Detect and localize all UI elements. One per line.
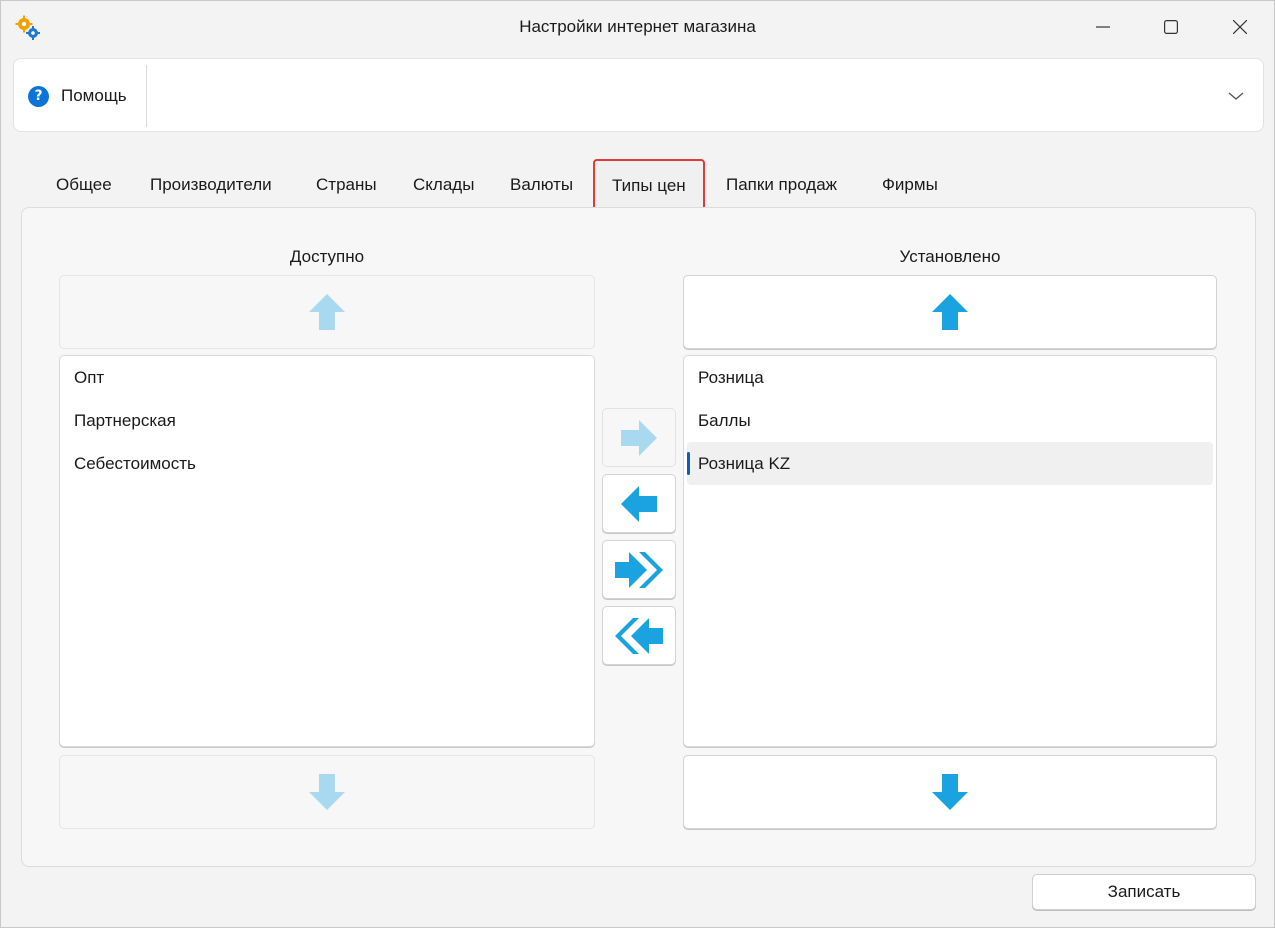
installed-move-up-button[interactable] <box>683 275 1217 349</box>
list-item[interactable]: Себестоимость <box>63 442 591 485</box>
available-title: Доступно <box>289 247 365 266</box>
available-move-down-button[interactable] <box>59 755 595 829</box>
installed-list[interactable]: Розница Баллы Розница KZ <box>683 355 1217 747</box>
help-bar: ? Помощь <box>13 58 1264 132</box>
remove-all-button[interactable] <box>602 606 676 665</box>
close-button[interactable] <box>1220 9 1260 45</box>
tab-currencies[interactable]: Валюты <box>493 161 590 209</box>
tab-general[interactable]: Общее <box>39 161 129 209</box>
list-item[interactable]: Опт <box>63 356 591 399</box>
add-selected-button[interactable] <box>602 408 676 467</box>
help-separator <box>146 65 147 127</box>
arrow-down-icon <box>932 774 968 810</box>
minimize-icon <box>1096 26 1110 28</box>
maximize-icon <box>1164 20 1178 34</box>
double-arrow-left-icon <box>615 617 663 654</box>
settings-window: Настройки интернет магазина ? Помощь Общ… <box>0 0 1275 928</box>
remove-selected-button[interactable] <box>602 474 676 533</box>
help-button[interactable]: ? Помощь <box>28 81 127 111</box>
arrow-up-icon <box>309 294 345 330</box>
available-move-up-button[interactable] <box>59 275 595 349</box>
tab-warehouses[interactable]: Склады <box>396 161 491 209</box>
chevron-down-icon[interactable] <box>1226 88 1246 104</box>
list-item[interactable]: Партнерская <box>63 399 591 442</box>
arrow-left-icon <box>621 485 657 522</box>
maximize-button[interactable] <box>1151 9 1191 45</box>
list-item[interactable]: Розница <box>687 356 1213 399</box>
tab-firms[interactable]: Фирмы <box>865 161 955 209</box>
save-button[interactable]: Записать <box>1032 874 1256 910</box>
add-all-button[interactable] <box>602 540 676 599</box>
installed-title: Установлено <box>899 247 1001 266</box>
available-list[interactable]: Опт Партнерская Себестоимость <box>59 355 595 747</box>
list-item-selected[interactable]: Розница KZ <box>687 442 1213 485</box>
list-item[interactable]: Баллы <box>687 399 1213 442</box>
tab-price-types[interactable]: Типы цен <box>593 159 705 213</box>
arrow-up-icon <box>932 294 968 330</box>
arrow-right-icon <box>621 419 657 456</box>
help-question-icon: ? <box>28 85 49 107</box>
tab-manufacturers[interactable]: Производители <box>133 161 289 209</box>
tab-countries[interactable]: Страны <box>299 161 394 209</box>
arrow-down-icon <box>309 774 345 810</box>
double-arrow-right-icon <box>615 551 663 588</box>
title-bar: Настройки интернет магазина <box>1 1 1274 53</box>
minimize-button[interactable] <box>1083 9 1123 45</box>
tab-sales-folders[interactable]: Папки продаж <box>709 161 854 209</box>
close-icon <box>1233 20 1247 34</box>
installed-move-down-button[interactable] <box>683 755 1217 829</box>
help-label: Помощь <box>61 86 127 105</box>
